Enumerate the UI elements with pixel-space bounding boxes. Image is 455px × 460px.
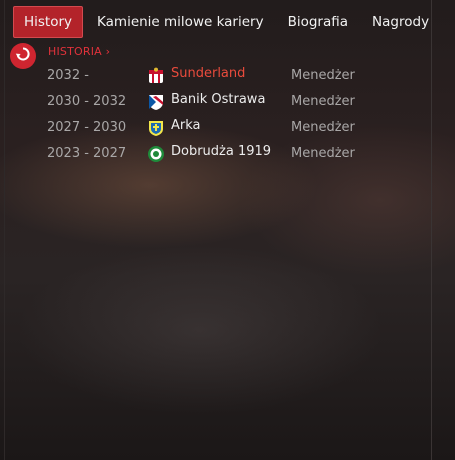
history-role: Menedżer [291,68,355,83]
banik-crest-icon [147,93,165,111]
history-role: Menedżer [291,120,355,135]
tab-career-milestones[interactable]: Kamienie milowe kariery [85,7,276,37]
club-link-arka[interactable]: Arka [171,118,201,133]
tab-history[interactable]: History [13,6,84,38]
history-row: 2032 - Sunderland Menedżer [0,63,430,89]
arka-crest-icon [147,119,165,137]
history-role: Menedżer [291,94,355,109]
club-link-banik[interactable]: Banik Ostrawa [171,92,265,107]
dobrudzha-crest-icon [147,145,165,163]
tab-awards[interactable]: Nagrody [360,7,441,37]
history-row: 2023 - 2027 Dobrudża 1919 Menedżer [0,141,430,167]
tab-biography[interactable]: Biografia [276,7,360,37]
history-row: 2027 - 2030 Arka Menedżer [0,115,430,141]
tab-bar: History Kamienie milowe kariery Biografi… [13,6,455,38]
history-years: 2030 - 2032 [47,94,127,109]
sunderland-crest-icon [147,67,165,85]
history-years: 2027 - 2030 [47,120,127,135]
panel-right-border [431,0,432,460]
club-link-dobrudzha[interactable]: Dobrudża 1919 [171,144,271,159]
history-years: 2032 - [47,68,89,83]
history-role: Menedżer [291,146,355,161]
breadcrumb-history-link[interactable]: HISTORIA › [48,45,110,58]
club-link-sunderland[interactable]: Sunderland [171,66,245,81]
history-years: 2023 - 2027 [47,146,127,161]
history-row: 2030 - 2032 Banik Ostrawa Menedżer [0,89,430,115]
